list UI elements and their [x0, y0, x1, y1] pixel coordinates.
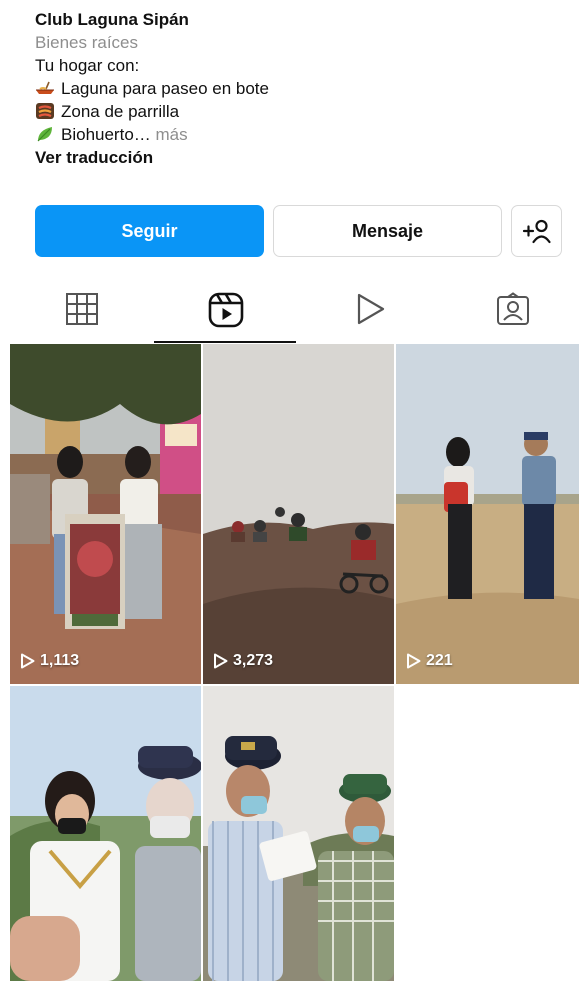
- play-icon: [21, 653, 35, 669]
- grid-icon: [66, 293, 98, 325]
- add-person-icon: [522, 219, 551, 244]
- reel-photo: [203, 686, 394, 981]
- active-tab-indicator: [154, 341, 296, 343]
- view-count: 1,113: [20, 652, 79, 670]
- reel-thumbnail[interactable]: 221: [396, 344, 579, 684]
- reels-grid: 1,113 3,273 221: [10, 344, 579, 981]
- profile-name: Club Laguna Sipán: [35, 10, 189, 29]
- tagged-user-icon: [497, 292, 529, 325]
- canoe-icon: [36, 81, 54, 94]
- reel-thumbnail[interactable]: [10, 686, 201, 981]
- reel-photo: [10, 686, 201, 981]
- tab-videos[interactable]: [298, 282, 442, 344]
- reel-photo: [396, 344, 579, 684]
- message-button[interactable]: Mensaje: [273, 205, 502, 257]
- profile-tabs: [0, 282, 579, 344]
- reel-thumbnail[interactable]: [203, 686, 394, 981]
- play-icon: [407, 653, 421, 669]
- reel-thumbnail[interactable]: 3,273: [203, 344, 394, 684]
- add-person-button[interactable]: [511, 205, 562, 257]
- bio-item-text: Zona de parrilla: [61, 102, 180, 121]
- reel-thumbnail[interactable]: 1,113: [10, 344, 201, 684]
- profile-bio: Club Laguna Sipán Bienes raíces Tu hogar…: [35, 8, 555, 169]
- reels-icon: [208, 292, 244, 328]
- view-count-label: 3,273: [233, 652, 274, 669]
- reel-photo: [203, 344, 394, 684]
- more-link[interactable]: más: [156, 125, 188, 144]
- play-icon: [214, 653, 228, 669]
- bio-item: Laguna para paseo en bote: [35, 77, 555, 100]
- tab-tagged[interactable]: [441, 282, 579, 344]
- bio-item: Biohuerto… más: [35, 123, 555, 146]
- tab-reels[interactable]: [154, 282, 298, 344]
- view-count-label: 221: [426, 652, 453, 669]
- play-icon: [357, 293, 385, 325]
- view-count: 221: [406, 652, 453, 670]
- follow-button[interactable]: Seguir: [35, 205, 264, 257]
- bio-intro: Tu hogar con:: [35, 56, 140, 75]
- profile-actions: Seguir Mensaje: [35, 205, 562, 257]
- bio-item-text: Biohuerto…: [61, 125, 151, 144]
- leaf-icon: [37, 127, 52, 142]
- grill-icon: [36, 103, 54, 119]
- view-count-label: 1,113: [40, 652, 80, 669]
- tab-grid[interactable]: [10, 282, 154, 344]
- bio-item: Zona de parrilla: [35, 100, 555, 123]
- view-count: 3,273: [213, 652, 273, 670]
- translate-link[interactable]: Ver traducción: [35, 146, 555, 169]
- bio-item-text: Laguna para paseo en bote: [61, 79, 269, 98]
- reel-photo: [10, 344, 201, 684]
- profile-category[interactable]: Bienes raíces: [35, 31, 555, 54]
